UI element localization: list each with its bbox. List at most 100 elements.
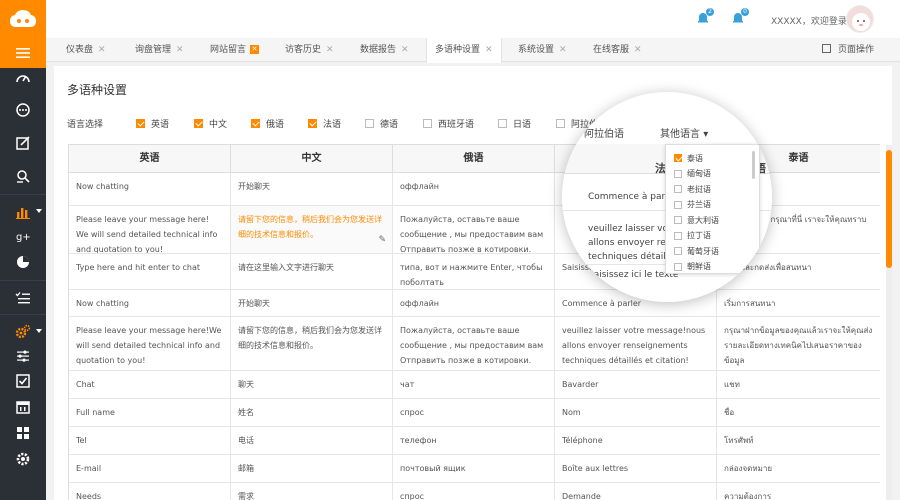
nav-dashboard[interactable] bbox=[0, 63, 46, 93]
table-cell[interactable]: Full name bbox=[69, 399, 231, 427]
table-cell[interactable]: 请在这里输入文字进行聊天 bbox=[231, 254, 393, 290]
close-icon[interactable]: ✕ bbox=[98, 45, 106, 55]
close-icon[interactable]: ✕ bbox=[634, 45, 642, 55]
notify-button[interactable]: 0 bbox=[731, 8, 749, 25]
table-cell[interactable]: โทรศัพท์ bbox=[717, 427, 880, 455]
checkbox-icon[interactable] bbox=[498, 118, 507, 128]
other-language-dropdown[interactable]: 其他语言 ▾ bbox=[660, 125, 708, 140]
nav-visitors[interactable] bbox=[0, 161, 46, 191]
table-cell[interactable]: Пожалуйста, оставьте ваше сообщение , мы… bbox=[393, 317, 555, 371]
avatar[interactable] bbox=[846, 5, 874, 33]
close-icon[interactable]: ✕ bbox=[485, 45, 493, 55]
lang-checkbox-chinese[interactable]: 中文 bbox=[194, 116, 227, 130]
checkbox-icon[interactable] bbox=[674, 231, 682, 240]
table-cell[interactable]: спрос bbox=[393, 399, 555, 427]
table-cell[interactable]: กล่องจดหมาย bbox=[717, 455, 880, 483]
checkbox-checked-icon[interactable] bbox=[674, 154, 682, 162]
checkbox-icon[interactable] bbox=[574, 126, 582, 134]
checkbox-icon[interactable] bbox=[365, 118, 374, 128]
close-icon[interactable]: ✕ bbox=[326, 45, 334, 55]
table-cell[interactable]: оффлайн bbox=[393, 173, 555, 206]
table-cell[interactable]: 聊天 bbox=[231, 371, 393, 399]
table-cell[interactable]: Nom bbox=[555, 399, 717, 427]
table-cell[interactable]: спрос bbox=[393, 483, 555, 500]
dropdown-language-option[interactable]: 朝鲜语 bbox=[674, 260, 711, 274]
nav-chat[interactable] bbox=[0, 95, 46, 125]
table-cell[interactable]: Please leave your message here!We will s… bbox=[69, 317, 231, 371]
table-cell[interactable]: 请留下您的信息，稍后我们会为您发送详细的技术信息和报价。 bbox=[231, 317, 393, 371]
checkbox-checked-icon[interactable] bbox=[251, 118, 260, 128]
checkbox-checked-icon[interactable] bbox=[308, 118, 317, 128]
table-cell[interactable]: 请留下您的信息，稍后我们会为您发送详细的技术信息和报价。 ✎ bbox=[231, 206, 393, 254]
dropdown-language-option[interactable]: 缅甸语 bbox=[674, 167, 711, 181]
checkbox-checked-icon[interactable] bbox=[194, 118, 203, 128]
table-cell[interactable]: Type here and hit enter to chat bbox=[69, 254, 231, 290]
table-cell[interactable]: 需求 bbox=[231, 483, 393, 500]
table-cell[interactable]: Now chatting bbox=[69, 290, 231, 317]
close-icon[interactable]: ✕ bbox=[250, 45, 260, 54]
tab-messages[interactable]: 网站留言 ✕ bbox=[210, 38, 260, 62]
table-cell[interactable]: почтовый ящик bbox=[393, 455, 555, 483]
checkbox-icon[interactable] bbox=[674, 169, 682, 178]
table-cell[interactable]: 电话 bbox=[231, 427, 393, 455]
dropdown-scrollbar[interactable] bbox=[752, 151, 755, 179]
user-greeting[interactable]: XXXXX，欢迎登录 bbox=[771, 14, 847, 27]
table-cell[interactable]: Tel bbox=[69, 427, 231, 455]
tab-dashboard[interactable]: 仪表盘 ✕ bbox=[66, 38, 106, 62]
table-cell[interactable]: 姓名 bbox=[231, 399, 393, 427]
table-cell[interactable]: แชท bbox=[717, 371, 880, 399]
dropdown-language-option[interactable]: 意大利语 bbox=[674, 213, 719, 227]
table-cell[interactable]: Téléphone bbox=[555, 427, 717, 455]
message-button[interactable]: 2 bbox=[696, 8, 714, 25]
table-cell[interactable]: ชื่อ bbox=[717, 399, 880, 427]
nav-config[interactable] bbox=[0, 444, 46, 474]
tab-inquiry[interactable]: 询盘管理 ✕ bbox=[135, 38, 184, 62]
logo[interactable] bbox=[0, 0, 46, 38]
table-cell[interactable]: veuillez laisser votre message!nous allo… bbox=[555, 317, 717, 371]
table-cell[interactable]: чат bbox=[393, 371, 555, 399]
close-icon[interactable]: ✕ bbox=[559, 45, 567, 55]
table-cell[interactable]: ความต้องการ bbox=[717, 483, 880, 500]
dropdown-language-option[interactable]: 泰语 bbox=[674, 151, 703, 165]
table-cell[interactable]: Bavarder bbox=[555, 371, 717, 399]
table-cell[interactable]: Needs bbox=[69, 483, 231, 500]
tab-multilang[interactable]: 多语种设置 ✕ bbox=[426, 38, 502, 63]
table-cell[interactable]: типа, вот и нажмите Enter, чтобы поболта… bbox=[393, 254, 555, 290]
tab-reports[interactable]: 数据报告 ✕ bbox=[360, 38, 409, 62]
dropdown-language-option[interactable]: 老挝语 bbox=[674, 182, 711, 196]
checkbox-icon[interactable] bbox=[423, 118, 432, 128]
tab-system-settings[interactable]: 系统设置 ✕ bbox=[518, 38, 567, 62]
dropdown-language-option[interactable]: 芬兰语 bbox=[674, 198, 711, 212]
scrollbar-thumb[interactable] bbox=[886, 150, 892, 268]
lang-checkbox-japanese[interactable]: 日语 bbox=[498, 116, 531, 130]
checkbox-icon[interactable] bbox=[674, 185, 682, 193]
dropdown-language-option[interactable]: 拉丁语 bbox=[674, 229, 711, 243]
tab-live-chat[interactable]: 在线客服 ✕ bbox=[593, 38, 642, 62]
table-cell[interactable]: 邮箱 bbox=[231, 455, 393, 483]
table-cell[interactable]: Chat bbox=[69, 371, 231, 399]
page-ops-button[interactable]: 页面操作 bbox=[822, 38, 874, 62]
table-cell[interactable]: E-mail bbox=[69, 455, 231, 483]
table-cell[interactable]: 开始聊天 bbox=[231, 290, 393, 317]
lang-checkbox-german[interactable]: 德语 bbox=[365, 116, 398, 130]
lang-checkbox-french[interactable]: 法语 bbox=[308, 116, 341, 130]
checkbox-icon[interactable] bbox=[674, 247, 682, 255]
checkbox-icon[interactable] bbox=[674, 200, 682, 209]
close-icon[interactable]: ✕ bbox=[401, 45, 409, 55]
close-icon[interactable]: ✕ bbox=[176, 45, 184, 55]
table-cell[interactable]: กรุณาฝากข้อมูลของคุณแล้วเราจะให้คุณส่งรา… bbox=[717, 317, 880, 371]
nav-stats[interactable] bbox=[0, 247, 46, 277]
lang-checkbox-spanish[interactable]: 西班牙语 bbox=[423, 116, 474, 130]
nav-edit[interactable] bbox=[0, 128, 46, 158]
checkbox-icon[interactable] bbox=[556, 118, 565, 128]
table-cell[interactable]: Boîte aux lettres bbox=[555, 455, 717, 483]
edit-pencil-icon[interactable]: ✎ bbox=[378, 233, 386, 248]
table-cell[interactable]: Пожалуйста, оставьте ваше сообщение , мы… bbox=[393, 206, 555, 254]
checkbox-checked-icon[interactable] bbox=[136, 118, 145, 128]
table-cell[interactable]: Now chatting bbox=[69, 173, 231, 206]
nav-tasks[interactable] bbox=[0, 283, 46, 313]
checkbox-icon[interactable] bbox=[674, 262, 682, 271]
table-cell[interactable]: Please leave your message here! We will … bbox=[69, 206, 231, 254]
tab-visitor-history[interactable]: 访客历史 ✕ bbox=[285, 38, 334, 62]
checkbox-icon[interactable] bbox=[674, 216, 682, 224]
